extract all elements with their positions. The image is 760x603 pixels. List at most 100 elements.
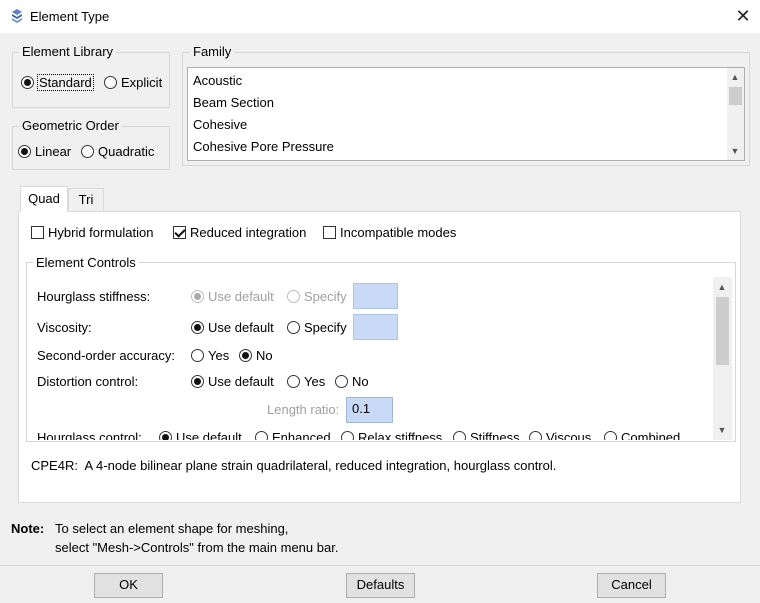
hourglass-control-use-default-radio[interactable]: Use default [159, 430, 242, 440]
radio-label: Use default [208, 374, 274, 389]
chevron-down-icon[interactable]: ▼ [728, 144, 742, 158]
family-list[interactable]: Acoustic Beam Section Cohesive Cohesive … [187, 67, 745, 161]
hybrid-label: Hybrid formulation [48, 225, 154, 240]
radio-dot[interactable] [159, 431, 172, 440]
reduced-integration-checkbox[interactable]: Reduced integration [173, 225, 306, 240]
radio-quadratic-dot[interactable] [81, 145, 94, 158]
radio-label: No [352, 374, 369, 389]
second-order-no-radio[interactable]: No [239, 348, 273, 363]
window-title: Element Type [30, 9, 110, 24]
chevron-down-icon[interactable]: ▼ [715, 423, 729, 437]
list-item[interactable]: Beam Section [193, 95, 274, 110]
radio-dot[interactable] [191, 375, 204, 388]
hourglass-control-combined-radio[interactable]: Combined [604, 430, 680, 440]
list-item[interactable]: Acoustic [193, 73, 242, 88]
radio-dot[interactable] [335, 375, 348, 388]
second-order-accuracy-label: Second-order accuracy: [37, 348, 176, 363]
radio-linear[interactable]: Linear [18, 144, 71, 159]
element-library-label: Element Library [19, 44, 117, 59]
family-label: Family [190, 44, 235, 59]
radio-dot[interactable] [453, 431, 466, 440]
radio-dot[interactable] [341, 431, 354, 440]
close-icon[interactable]: ✕ [730, 3, 756, 29]
cancel-button[interactable]: Cancel [597, 573, 666, 598]
radio-linear-label: Linear [35, 144, 72, 159]
length-ratio-input[interactable]: 0.1 [346, 397, 393, 423]
radio-quadratic[interactable]: Quadratic [81, 144, 154, 159]
element-controls-scroll-area: Hourglass stiffness: Use default Specify… [31, 277, 732, 440]
hourglass-stiffness-input[interactable] [353, 283, 398, 309]
radio-label: Enhanced [272, 430, 331, 440]
reduced-check[interactable] [173, 226, 186, 239]
radio-dot[interactable] [287, 290, 300, 303]
incompatible-modes-checkbox[interactable]: Incompatible modes [323, 225, 456, 240]
hourglass-control-viscous-radio[interactable]: Viscous [529, 430, 591, 440]
radio-label: Relax stiffness [358, 430, 443, 440]
radio-standard-label: Standard [37, 74, 94, 91]
distortion-use-default-radio[interactable]: Use default [191, 374, 274, 389]
tab-tri[interactable]: Tri [68, 188, 104, 212]
radio-dot[interactable] [604, 431, 617, 440]
radio-dot[interactable] [191, 349, 204, 362]
radio-standard-dot[interactable] [21, 76, 34, 89]
tab-quad[interactable]: Quad [20, 186, 68, 212]
geometric-order-label: Geometric Order [19, 118, 122, 133]
incompatible-label: Incompatible modes [340, 225, 457, 240]
scroll-thumb[interactable] [716, 297, 729, 365]
radio-explicit-dot[interactable] [104, 76, 117, 89]
hourglass-control-relax-stiffness-radio[interactable]: Relax stiffness [341, 430, 442, 440]
radio-label: Specify [304, 320, 347, 335]
hourglass-control-enhanced-radio[interactable]: Enhanced [255, 430, 331, 440]
controls-scrollbar[interactable]: ▲ ▼ [713, 277, 732, 440]
viscosity-label: Viscosity: [37, 320, 92, 335]
radio-dot[interactable] [191, 290, 204, 303]
scroll-thumb[interactable] [729, 87, 742, 105]
radio-label: No [256, 348, 273, 363]
hourglass-control-label: Hourglass control: [37, 430, 142, 440]
app-icon [12, 9, 22, 23]
distortion-yes-radio[interactable]: Yes [287, 374, 325, 389]
incompatible-check[interactable] [323, 226, 336, 239]
radio-label: Stiffness [470, 430, 520, 440]
note-label: Note: [11, 521, 45, 536]
family-scrollbar[interactable]: ▲ ▼ [727, 68, 744, 160]
radio-label: Use default [208, 289, 274, 304]
hybrid-formulation-checkbox[interactable]: Hybrid formulation [31, 225, 154, 240]
list-item[interactable]: Cohesive [193, 117, 247, 132]
defaults-button[interactable]: Defaults [346, 573, 415, 598]
hybrid-check[interactable] [31, 226, 44, 239]
viscosity-input[interactable] [353, 314, 398, 340]
length-ratio-label: Length ratio: [267, 402, 340, 417]
radio-explicit[interactable]: Explicit [104, 75, 162, 90]
hourglass-stiffness-label: Hourglass stiffness: [37, 289, 151, 304]
hourglass-control-stiffness-radio[interactable]: Stiffness [453, 430, 520, 440]
list-item[interactable]: Cohesive Pore Pressure [193, 139, 334, 154]
radio-dot[interactable] [287, 375, 300, 388]
radio-dot[interactable] [239, 349, 252, 362]
note-line-2: select "Mesh->Controls" from the main me… [55, 540, 339, 555]
tab-quad-label: Quad [28, 191, 60, 206]
radio-explicit-label: Explicit [121, 75, 163, 90]
radio-dot[interactable] [255, 431, 268, 440]
distortion-no-radio[interactable]: No [335, 374, 369, 389]
second-order-yes-radio[interactable]: Yes [191, 348, 229, 363]
viscosity-use-default-radio[interactable]: Use default [191, 320, 274, 335]
element-controls-label: Element Controls [33, 255, 139, 270]
hourglass-specify-radio[interactable]: Specify [287, 289, 347, 304]
radio-dot[interactable] [287, 321, 300, 334]
radio-quadratic-label: Quadratic [98, 144, 155, 159]
radio-standard[interactable]: Standard [21, 74, 94, 91]
distortion-control-label: Distortion control: [37, 374, 139, 389]
radio-dot[interactable] [529, 431, 542, 440]
divider [0, 565, 760, 566]
radio-dot[interactable] [191, 321, 204, 334]
hourglass-use-default-radio[interactable]: Use default [191, 289, 274, 304]
viscosity-specify-radio[interactable]: Specify [287, 320, 347, 335]
ok-button[interactable]: OK [94, 573, 163, 598]
radio-label: Viscous [546, 430, 592, 440]
chevron-up-icon[interactable]: ▲ [715, 280, 729, 294]
radio-label: Yes [208, 348, 230, 363]
chevron-up-icon[interactable]: ▲ [728, 70, 742, 84]
radio-linear-dot[interactable] [18, 145, 31, 158]
note-line-1: To select an element shape for meshing, [55, 521, 289, 536]
